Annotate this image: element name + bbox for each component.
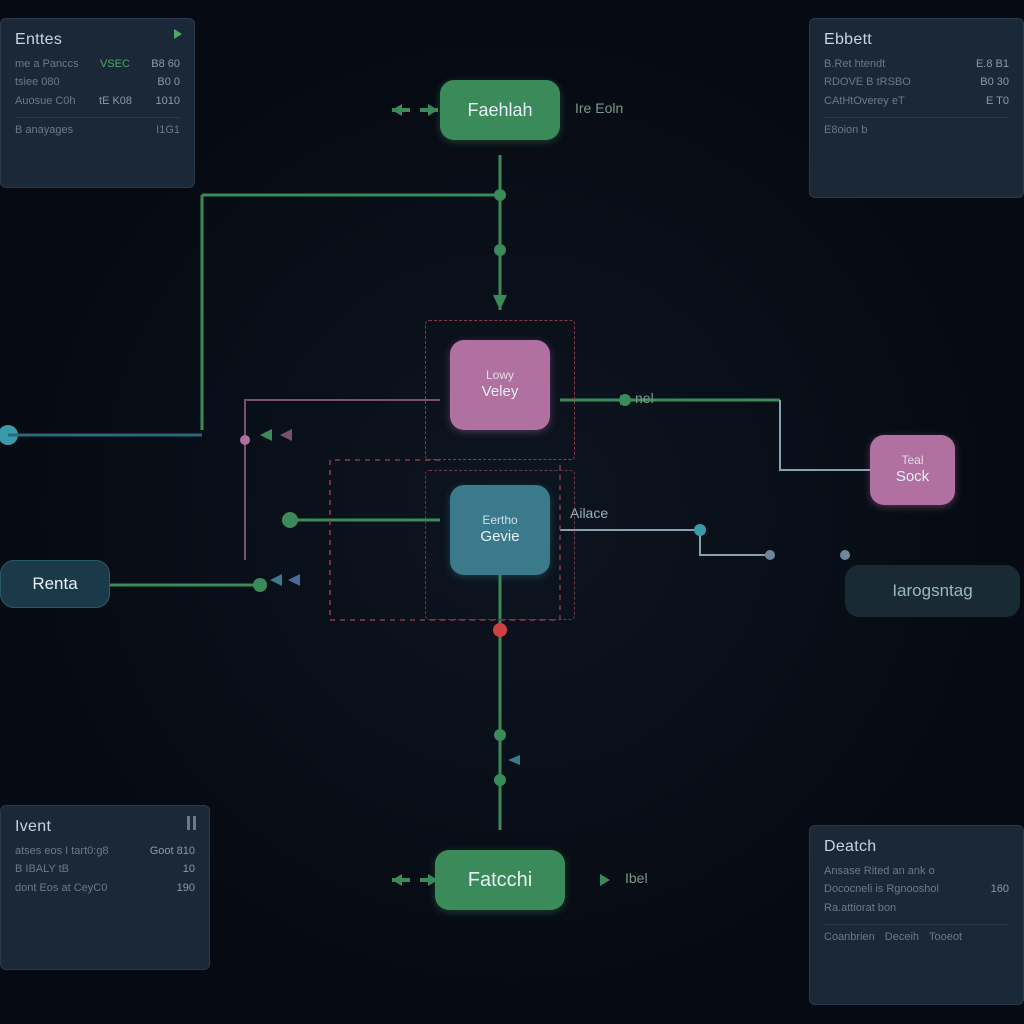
node-mid-upper-side-label: nel <box>635 390 654 406</box>
panel-bottom-left[interactable]: Ivent atses eos I tart0:g8Goot 810 B IBA… <box>0 805 210 970</box>
node-right-small[interactable]: Teal Sock <box>870 435 955 505</box>
panel-top-right[interactable]: Ebbett B.Ret htendtE.8 B1 RDOVE B tRSBOB… <box>809 18 1024 198</box>
table-row: B IBALY tB10 <box>15 862 195 877</box>
node-top[interactable]: Faehlah <box>440 80 560 140</box>
panel-title: Ebbett <box>824 31 1009 49</box>
pause-icon[interactable] <box>187 816 197 830</box>
table-row: atses eos I tart0:g8Goot 810 <box>15 844 195 859</box>
panel-top-left[interactable]: Enttes me a PanccsVSECB8 60 tsiee 080B0 … <box>0 18 195 188</box>
arrow-decoration-icon <box>260 425 300 455</box>
node-mid-lower-side-label: Ailace <box>570 505 608 521</box>
table-row: Dococneli is Rgnooshol160 <box>824 882 1009 897</box>
panel-bottom-right[interactable]: Deatch Ansase Rited an ank o Dococneli i… <box>809 825 1024 1005</box>
play-icon[interactable] <box>174 29 182 39</box>
footer-link[interactable]: Deceih <box>885 931 919 943</box>
table-row: CAtHtOverey eTE T0 <box>824 94 1009 109</box>
footer-link[interactable]: Coanbrien <box>824 931 875 943</box>
node-top-side-label: Ire Eoln <box>575 100 623 116</box>
table-row: tsiee 080B0 0 <box>15 75 180 90</box>
panel-title: Enttes <box>15 31 180 49</box>
table-row: me a PanccsVSECB8 60 <box>15 57 180 72</box>
footer-link[interactable]: Tooeot <box>929 931 962 943</box>
table-row: B.Ret htendtE.8 B1 <box>824 57 1009 72</box>
panel-title: Ivent <box>15 818 195 836</box>
node-bottom[interactable]: Fatcchi <box>435 850 565 910</box>
table-row: RDOVE B tRSBOB0 30 <box>824 75 1009 90</box>
node-left[interactable]: Renta <box>0 560 110 608</box>
node-bottom-side-label: Ibel <box>625 870 648 886</box>
table-row: Ansase Rited an ank o <box>824 864 1009 879</box>
arrow-decoration-icon <box>270 570 310 600</box>
table-row: Auosue C0htE K081010 <box>15 94 180 109</box>
node-mid-upper[interactable]: Lowy Veley <box>450 340 550 430</box>
table-row: Ra.attiorat bon <box>824 901 1009 916</box>
node-mid-lower[interactable]: Eertho Gevie <box>450 485 550 575</box>
node-right-big[interactable]: Iarogsntag <box>845 565 1020 617</box>
table-row: dont Eos at CeyC0190 <box>15 881 195 896</box>
panel-title: Deatch <box>824 838 1009 856</box>
